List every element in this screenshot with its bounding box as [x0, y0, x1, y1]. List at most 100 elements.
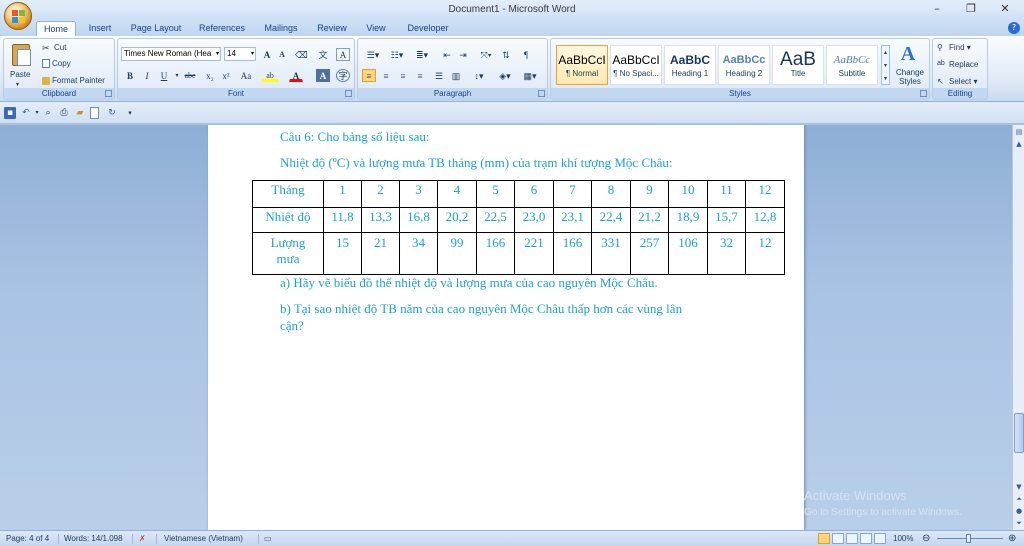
vertical-scrollbar[interactable]: ▤ ▲ ▼ ⏶ ● ⏷ [1012, 125, 1024, 530]
font-name-combo[interactable]: Times New Roman (Hea ▾ [121, 47, 221, 61]
tab-developer[interactable]: Developer [400, 21, 456, 36]
grow-font-button[interactable]: A [260, 48, 274, 61]
bullets-icon[interactable]: ☰▾ [362, 48, 384, 61]
tab-view[interactable]: View [360, 21, 392, 36]
scrollbar-thumb[interactable] [1014, 413, 1024, 453]
change-styles-icon[interactable]: A [896, 43, 920, 65]
zoom-level[interactable]: 100% [893, 531, 913, 546]
tab-references[interactable]: References [194, 21, 250, 36]
tab-review[interactable]: Review [312, 21, 352, 36]
tab-mailings[interactable]: Mailings [258, 21, 304, 36]
scroll-down-icon[interactable]: ▼ [1014, 482, 1024, 492]
save-icon[interactable]: ▪ [4, 107, 16, 119]
font-size-combo[interactable]: 14 ▾ [224, 47, 256, 61]
strikethrough-button[interactable]: abe [180, 69, 200, 82]
clipboard-launcher-icon[interactable] [105, 90, 112, 97]
paragraph-launcher-icon[interactable] [538, 90, 545, 97]
style-heading-2[interactable]: AaBbCc Heading 2 [718, 45, 770, 85]
bold-button[interactable]: B [123, 69, 137, 82]
style-subtitle[interactable]: AaBbCc Subtitle [826, 45, 878, 85]
help-icon[interactable]: ? [1008, 22, 1020, 34]
find-button[interactable]: ⚲ Find ▾ [937, 43, 971, 53]
style-title[interactable]: AaB Title [772, 45, 824, 85]
draft-view-icon[interactable] [874, 533, 886, 544]
style-normal[interactable]: AaBbCcI ¶ Normal [556, 45, 608, 85]
full-screen-reading-view-icon[interactable] [832, 533, 844, 544]
cut-button[interactable]: ✂ Cut [42, 43, 66, 53]
zoom-in-icon[interactable]: ⊕ [1008, 531, 1016, 546]
borders-icon[interactable]: ▦▾ [520, 69, 540, 82]
print-preview-icon[interactable]: ⌕ [42, 107, 54, 119]
tab-page-layout[interactable]: Page Layout [126, 21, 186, 36]
align-left-icon[interactable]: ≡ [362, 69, 376, 82]
replace-button[interactable]: ab Replace [937, 60, 978, 70]
quick-print-icon[interactable]: ⎙ [58, 107, 70, 119]
paste-icon[interactable] [9, 42, 35, 68]
underline-button[interactable]: U [157, 69, 171, 82]
select-browse-object-icon[interactable]: ● [1014, 506, 1024, 516]
macro-record-icon[interactable]: ▭ [264, 531, 272, 546]
change-styles-button[interactable]: Change Styles [891, 68, 929, 86]
document-page[interactable]: Câu 6: Cho bảng số liệu sau: Nhiệt độ (º… [208, 125, 804, 530]
text-direction-icon[interactable]: ⤧▾ [476, 48, 496, 61]
clear-formatting-icon[interactable]: ⌫ [294, 48, 308, 61]
sort-icon[interactable]: ⇅ [499, 48, 513, 61]
previous-page-icon[interactable]: ⏶ [1014, 494, 1024, 504]
page-indicator[interactable]: Page: 4 of 4 [6, 531, 49, 546]
shrink-font-button[interactable]: A [275, 48, 289, 61]
next-page-icon[interactable]: ⏷ [1014, 518, 1024, 528]
outline-view-icon[interactable] [860, 533, 872, 544]
paste-dropdown-icon[interactable]: ▾ [16, 81, 19, 88]
font-color-button[interactable]: A [289, 69, 303, 82]
change-case-button[interactable]: Aa [237, 69, 255, 82]
justify-icon[interactable]: ≡ [413, 69, 427, 82]
zoom-out-icon[interactable]: ⊖ [922, 531, 930, 546]
decrease-indent-icon[interactable]: ⇤ [440, 48, 454, 61]
multilevel-list-icon[interactable]: ≣▾ [410, 48, 434, 61]
columns-icon[interactable]: ▥ [449, 69, 463, 82]
text-effects-icon[interactable]: A [316, 69, 330, 82]
format-painter-button[interactable]: Format Painter [42, 76, 105, 85]
tab-insert[interactable]: Insert [82, 21, 118, 36]
zoom-slider-knob[interactable] [966, 534, 971, 543]
office-button[interactable] [4, 2, 32, 30]
new-document-icon[interactable] [90, 107, 99, 119]
line-spacing-icon[interactable]: ↕▾ [469, 69, 489, 82]
italic-button[interactable]: I [140, 69, 154, 82]
minimize-button[interactable]: – [920, 0, 954, 18]
copy-button[interactable]: Copy [42, 59, 71, 69]
increase-indent-icon[interactable]: ⇥ [456, 48, 470, 61]
word-count[interactable]: Words: 14/1.098 [64, 531, 123, 546]
print-layout-view-icon[interactable] [818, 533, 830, 544]
web-layout-view-icon[interactable] [846, 533, 858, 544]
paste-button[interactable]: Paste [10, 70, 30, 79]
style-heading-1[interactable]: AaBbC Heading 1 [664, 45, 716, 85]
redo-icon[interactable]: ↻ [106, 107, 118, 119]
proofing-icon[interactable]: ✗ [139, 531, 146, 546]
show-formatting-icon[interactable]: ¶ [519, 48, 533, 61]
close-button[interactable]: ✕ [988, 0, 1022, 18]
styles-scroll[interactable]: ▴ ▾ ▾ [881, 45, 890, 85]
style-no-spacing[interactable]: AaBbCcI ¶ No Spaci... [610, 45, 662, 85]
customize-toolbar-icon[interactable]: ▾ [124, 107, 136, 119]
character-border-icon[interactable]: A [336, 48, 350, 61]
enclose-characters-icon[interactable]: 字 [336, 69, 350, 82]
select-button[interactable]: ↖ Select ▾ [937, 77, 977, 87]
numbering-icon[interactable]: ☷▾ [386, 48, 408, 61]
open-icon[interactable]: ▰ [74, 107, 86, 119]
language-indicator[interactable]: Vietnamese (Vietnam) [164, 531, 243, 546]
scroll-up-icon[interactable]: ▲ [1014, 139, 1024, 149]
tab-home[interactable]: Home [36, 21, 76, 36]
subscript-button[interactable]: x₂ [203, 69, 217, 82]
shading-icon[interactable]: ◈▾ [495, 69, 515, 82]
styles-launcher-icon[interactable] [920, 90, 927, 97]
distributed-icon[interactable]: ☰ [432, 69, 446, 82]
phonetic-guide-icon[interactable]: 文 [316, 48, 330, 61]
ruler-toggle-icon[interactable]: ▤ [1014, 127, 1024, 137]
superscript-button[interactable]: x² [219, 69, 233, 82]
restore-button[interactable]: ❐ [954, 0, 988, 18]
align-center-icon[interactable]: ≡ [379, 69, 393, 82]
font-launcher-icon[interactable] [345, 90, 352, 97]
align-right-icon[interactable]: ≡ [396, 69, 410, 82]
highlight-button[interactable]: ab [261, 69, 279, 82]
